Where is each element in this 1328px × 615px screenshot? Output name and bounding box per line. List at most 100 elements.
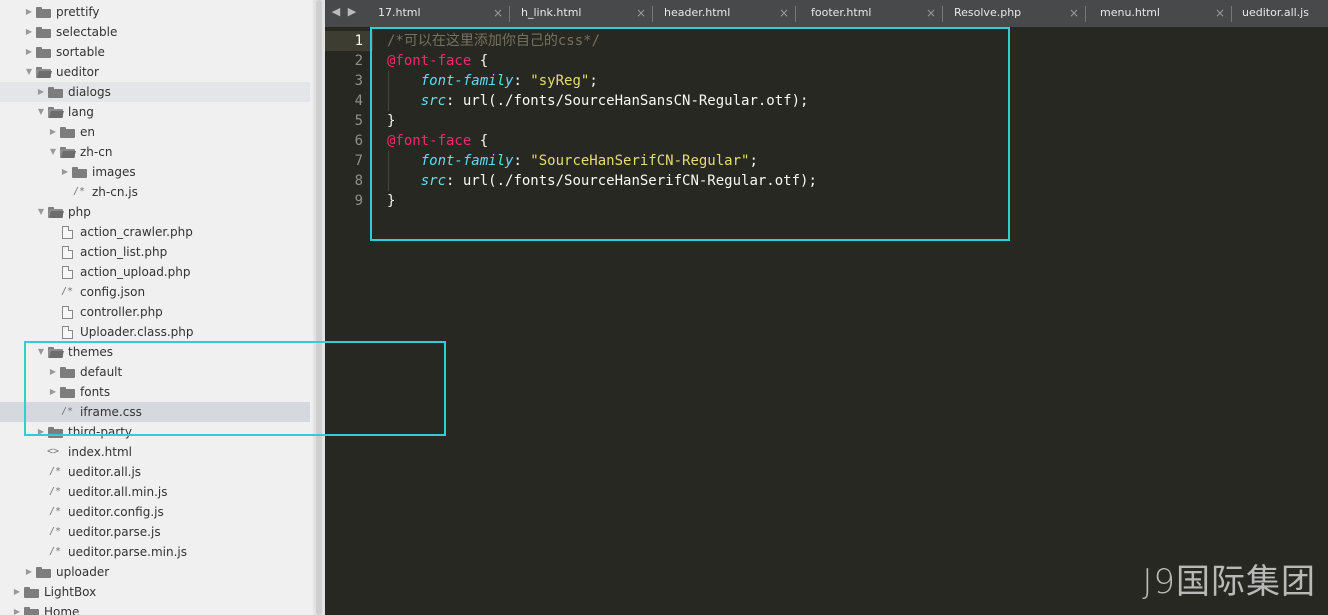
code-line[interactable]: font-family: "syReg"; [387,71,598,91]
disclosure-closed-icon[interactable]: ▶ [24,2,34,22]
tab-h-link-html[interactable]: h_link.html × [509,0,652,27]
file-icon [62,306,73,319]
disclosure-closed-icon[interactable]: ▶ [48,362,58,382]
disclosure-closed-icon[interactable]: ▶ [48,122,58,142]
disclosure-open-icon[interactable]: ▼ [36,202,46,222]
sidebar-item-third-party[interactable]: ▶ third-party [0,422,310,442]
sidebar-scrollbar-thumb[interactable] [316,0,322,615]
disclosure-closed-icon[interactable]: ▶ [12,602,22,615]
sidebar-item-label: ueditor [56,65,99,79]
sidebar-item-uploader[interactable]: ▶ uploader [0,562,310,582]
disclosure-closed-icon[interactable]: ▶ [48,382,58,402]
disclosure-open-icon[interactable]: ▼ [48,142,58,162]
sidebar-item-action-crawler-php[interactable]: action_crawler.php [0,222,310,242]
tab-bar: ◀ ▶ 17.html × h_link.html × header.html × foot… [325,0,1328,27]
disclosure-closed-icon[interactable]: ▶ [24,562,34,582]
sidebar-item-index-html[interactable]: <> index.html [0,442,310,462]
tab-nav-arrows-icon[interactable]: ◀ ▶ [325,0,365,27]
folder-open-icon [48,347,64,358]
tab-footer-html[interactable]: footer.html × [799,0,942,27]
sidebar-item-php[interactable]: ▼ php [0,202,310,222]
sidebar-item-lightbox[interactable]: ▶ LightBox [0,582,310,602]
tab-close-icon[interactable]: × [1069,0,1079,26]
tab-resolve-php[interactable]: Resolve.php × [942,0,1085,27]
tab-17-html[interactable]: 17.html × [366,0,509,27]
tab-menu-html[interactable]: menu.html × [1088,0,1231,27]
markup-file-icon: <> [47,446,60,457]
script-file-icon: /* [61,406,74,417]
sidebar-item-ueditor-config-js[interactable]: /* ueditor.config.js [0,502,310,522]
folder-icon [36,27,51,38]
sidebar-item-zh-cn-js[interactable]: /* zh-cn.js [0,182,310,202]
sidebar-item-action-upload-php[interactable]: action_upload.php [0,262,310,282]
code-line[interactable]: font-family: "SourceHanSerifCN-Regular"; [387,151,758,171]
sidebar-item-sortable[interactable]: ▶ sortable [0,42,310,62]
disclosure-closed-icon[interactable]: ▶ [36,82,46,102]
tab-close-icon[interactable]: × [779,0,789,26]
sidebar-item-label: action_crawler.php [80,225,193,239]
tab-close-icon[interactable]: × [1215,0,1225,26]
disclosure-closed-icon[interactable]: ▶ [24,22,34,42]
disclosure-open-icon[interactable]: ▼ [36,342,46,362]
tab-close-icon[interactable]: × [493,0,503,26]
disclosure-open-icon[interactable]: ▼ [36,102,46,122]
sidebar-item-label: zh-cn [80,145,113,159]
sidebar-item-prettify[interactable]: ▶ prettify [0,2,310,22]
sidebar-item-ueditor-parse-min-js[interactable]: /* ueditor.parse.min.js [0,542,310,562]
sidebar-item-iframe-css[interactable]: /* iframe.css [0,402,310,422]
code-line[interactable]: src: url(./fonts/SourceHanSansCN-Regular… [387,91,809,111]
sidebar-item-en[interactable]: ▶ en [0,122,310,142]
code-editor[interactable]: 1 2 3 4 5 6 7 8 9 /*可以在这里添加你自己的css*/ @font-face {… [325,27,1328,615]
disclosure-open-icon[interactable]: ▼ [24,62,34,82]
disclosure-closed-icon[interactable]: ▶ [24,42,34,62]
line-number: 6 [354,133,363,149]
sidebar-item-zh-cn[interactable]: ▼ zh-cn [0,142,310,162]
code-line[interactable]: @font-face { [387,131,488,151]
sidebar-item-lang[interactable]: ▼ lang [0,102,310,122]
sidebar-item-home[interactable]: ▶ Home [0,602,310,615]
sidebar-item-default[interactable]: ▶ default [0,362,310,382]
sidebar-item-ueditor-all-js[interactable]: /* ueditor.all.js [0,462,310,482]
code-token-plain: ; [589,73,598,89]
line-number: 3 [354,73,363,89]
sidebar-item-images[interactable]: ▶ images [0,162,310,182]
code-line[interactable]: } [387,191,395,211]
sidebar-item-controller-php[interactable]: controller.php [0,302,310,322]
sidebar-item-label: ueditor.all.js [68,465,142,479]
sidebar-item-ueditor-all-min-js[interactable]: /* ueditor.all.min.js [0,482,310,502]
disclosure-closed-icon[interactable]: ▶ [12,582,22,602]
sidebar-item-action-list-php[interactable]: action_list.php [0,242,310,262]
tab-close-icon[interactable]: × [636,0,646,26]
line-number: 9 [354,193,363,209]
sidebar-item-label: LightBox [44,585,97,599]
sidebar-item-config-json[interactable]: /* config.json [0,282,310,302]
sidebar-item-ueditor[interactable]: ▼ ueditor [0,62,310,82]
tab-header-html[interactable]: header.html × [652,0,795,27]
sidebar-item-themes[interactable]: ▼ themes [0,342,310,362]
code-line[interactable]: } [387,111,395,131]
disclosure-closed-icon[interactable]: ▶ [60,162,70,182]
sidebar-item-selectable[interactable]: ▶ selectable [0,22,310,42]
file-tree-sidebar: ▶ prettify ▶ selectable ▶ sortable ▼ ueditor ▶ di… [0,0,313,615]
tab-ueditor-all-js[interactable]: ueditor.all.js [1230,0,1328,27]
sidebar-item-uploader-class-php[interactable]: Uploader.class.php [0,322,310,342]
tab-label: h_link.html [521,6,582,19]
sidebar-scrollbar[interactable] [313,0,325,615]
code-line[interactable]: /*可以在这里添加你自己的css*/ [387,31,600,51]
code-token-prop: font-family [420,73,514,89]
tab-label: footer.html [811,6,872,19]
code-line[interactable]: @font-face { [387,51,488,71]
sidebar-item-dialogs[interactable]: ▶ dialogs [0,82,310,102]
sidebar-item-label: themes [68,345,114,359]
sidebar-item-fonts[interactable]: ▶ fonts [0,382,310,402]
sidebar-item-label: default [80,365,123,379]
sidebar-item-ueditor-parse-js[interactable]: /* ueditor.parse.js [0,522,310,542]
disclosure-closed-icon[interactable]: ▶ [36,422,46,442]
tab-close-icon[interactable]: × [926,0,936,26]
code-line[interactable]: src: url(./fonts/SourceHanSerifCN-Regula… [387,171,817,191]
sidebar-item-label: dialogs [68,85,111,99]
script-file-icon: /* [49,486,62,497]
